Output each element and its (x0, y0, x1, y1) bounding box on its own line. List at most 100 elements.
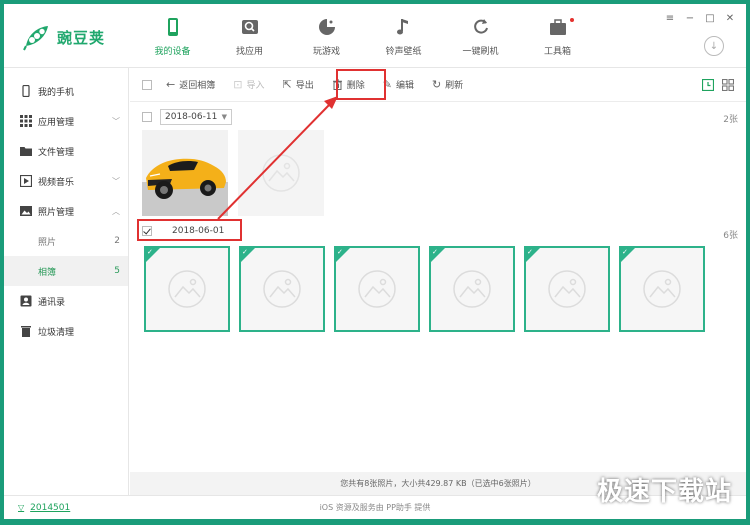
select-all-checkbox[interactable] (142, 79, 152, 90)
import-icon: ⊡ (233, 78, 243, 91)
sidebar-item-label: 我的手机 (38, 87, 75, 98)
date-select[interactable]: 2018-06-11 ▼ (160, 109, 232, 125)
chevron-down-icon[interactable]: ﹀ (112, 176, 120, 187)
maximize-icon[interactable]: □ (704, 12, 716, 24)
edit-label: 编辑 (395, 81, 414, 91)
photo-thumbnail[interactable]: ✓ (334, 246, 420, 332)
group-checkbox[interactable] (142, 112, 152, 122)
watermark: 极速下载站 (596, 477, 732, 507)
image-placeholder-icon (168, 270, 206, 308)
photo-thumbnail[interactable]: ✓ (524, 246, 610, 332)
annotation-box-delete (336, 69, 386, 100)
phone-icon (167, 17, 178, 36)
nav-ringtones[interactable]: 铃声壁纸 (365, 4, 442, 68)
sidebar-item-cleanup[interactable]: 垃圾清理 (4, 316, 128, 346)
status-text: 您共有8张照片，大小共429.87 KB（已选中6张照片） (340, 479, 536, 488)
nav-games[interactable]: 玩游戏 (288, 4, 365, 68)
sidebar-item-apps[interactable]: 应用管理 ﹀ (4, 106, 128, 136)
photo-thumbnail[interactable] (142, 130, 228, 216)
sidebar-item-label: 应用管理 (38, 117, 75, 128)
video-icon (20, 175, 32, 187)
photo-grid-area: 2018-06-11 ▼ 2张 2018-06-01 6张 ✓ ✓ ✓ ✓ ✓ … (130, 102, 746, 472)
download-icon[interactable]: ↓ (704, 36, 724, 56)
image-placeholder-icon (453, 270, 491, 308)
sidebar-item-label: 文件管理 (38, 147, 75, 158)
nav-label: 玩游戏 (312, 46, 340, 57)
sidebar-item-files[interactable]: 文件管理 (4, 136, 128, 166)
car-photo (142, 130, 228, 216)
export-icon: ⇱ (282, 78, 292, 91)
sidebar-sub-label: 照片 (38, 237, 57, 248)
top-header: 豌豆荚 我的设备 找应用 玩游戏 铃声壁纸 一键刷机 工具箱 ≡ − □ ✕ ↓ (4, 4, 746, 68)
image-placeholder-icon (548, 270, 586, 308)
check-icon: ✓ (622, 248, 628, 256)
toolbar: ← 返回相簿 ⊡ 导入 ⇱ 导出 删除 ✎ 编辑 ↻ 刷新 (130, 68, 746, 102)
edit-button[interactable]: ✎ 编辑 (383, 78, 414, 91)
close-icon[interactable]: ✕ (724, 12, 736, 24)
nav-my-device[interactable]: 我的设备 (134, 4, 211, 68)
sidebar-item-label: 通讯录 (38, 297, 66, 308)
check-icon: ✓ (432, 248, 438, 256)
photo-thumbnail[interactable]: ✓ (619, 246, 705, 332)
export-button[interactable]: ⇱ 导出 (282, 78, 313, 91)
grid-view-icon[interactable] (722, 79, 734, 91)
sidebar-item-contacts[interactable]: 通讯录 (4, 286, 128, 316)
timeline-view-icon[interactable] (702, 79, 714, 91)
nav-flash[interactable]: 一键刷机 (442, 4, 519, 68)
nav-toolbox[interactable]: 工具箱 (519, 4, 596, 68)
nav-label: 我的设备 (154, 46, 191, 57)
photo-thumbnail[interactable]: ✓ (144, 246, 230, 332)
menu-icon[interactable]: ≡ (664, 12, 676, 24)
sidebar-item-photos-all[interactable]: 照片 2 (4, 226, 128, 256)
chevron-down-icon: ▼ (221, 113, 227, 121)
group-count: 6张 (723, 231, 738, 241)
photo-thumbnail[interactable]: ✓ (429, 246, 515, 332)
pea-logo-icon (23, 26, 48, 51)
back-to-albums-button[interactable]: ← 返回相簿 (166, 78, 215, 91)
grid-icon (20, 115, 32, 127)
nav-label: 找应用 (235, 46, 263, 57)
sidebar-item-media[interactable]: 视频音乐 ﹀ (4, 166, 128, 196)
toolbox-icon (549, 18, 566, 35)
photo-thumbnail[interactable] (238, 130, 324, 216)
image-placeholder-icon (262, 154, 300, 192)
date-value: 2018-06-11 (165, 112, 218, 122)
chevron-down-icon[interactable]: ﹀ (112, 116, 120, 127)
wifi-icon: ▽ (18, 503, 25, 512)
nav-label: 铃声壁纸 (385, 46, 422, 57)
search-app-icon (241, 19, 258, 34)
folder-icon (20, 147, 32, 156)
album-count: 5 (114, 266, 120, 276)
image-placeholder-icon (643, 270, 681, 308)
check-icon: ✓ (147, 248, 153, 256)
sidebar-sub-label: 相簿 (38, 267, 57, 278)
back-label: 返回相簿 (179, 81, 216, 91)
sidebar-item-photos[interactable]: 照片管理 ︿ (4, 196, 128, 226)
main-nav: 我的设备 找应用 玩游戏 铃声壁纸 一键刷机 工具箱 (134, 4, 596, 68)
chevron-up-icon[interactable]: ︿ (112, 206, 120, 217)
refresh-icon: ↻ (431, 78, 442, 91)
refresh-label: 刷新 (445, 81, 464, 91)
contacts-icon (20, 295, 32, 307)
check-icon: ✓ (527, 248, 533, 256)
nav-label: 一键刷机 (462, 46, 499, 57)
check-icon: ✓ (242, 248, 248, 256)
import-button[interactable]: ⊡ 导入 (233, 78, 264, 91)
minimize-icon[interactable]: − (684, 12, 696, 24)
notification-dot (570, 18, 574, 22)
photo-thumbnail[interactable]: ✓ (239, 246, 325, 332)
version-link[interactable]: ▽ 2014501 (18, 503, 70, 513)
import-label: 导入 (246, 81, 265, 91)
nav-find-apps[interactable]: 找应用 (211, 4, 288, 68)
view-toggle (702, 79, 734, 91)
sidebar-item-albums[interactable]: 相簿 5 (4, 256, 128, 286)
sidebar-item-label: 视频音乐 (38, 177, 75, 188)
back-arrow-icon: ← (166, 78, 176, 91)
sidebar-item-my-phone[interactable]: 我的手机 (4, 76, 128, 106)
sidebar: 我的手机 应用管理 ﹀ 文件管理 视频音乐 ﹀ 照片管理 ︿ 照片 2 相簿 5 (4, 68, 129, 495)
music-icon (396, 18, 408, 34)
window-controls: ≡ − □ ✕ (664, 12, 736, 24)
date-group-header: 2018-06-11 ▼ (142, 109, 232, 125)
refresh-button[interactable]: ↻ 刷新 (432, 78, 463, 91)
app-logo: 豌豆荚 (22, 22, 105, 52)
